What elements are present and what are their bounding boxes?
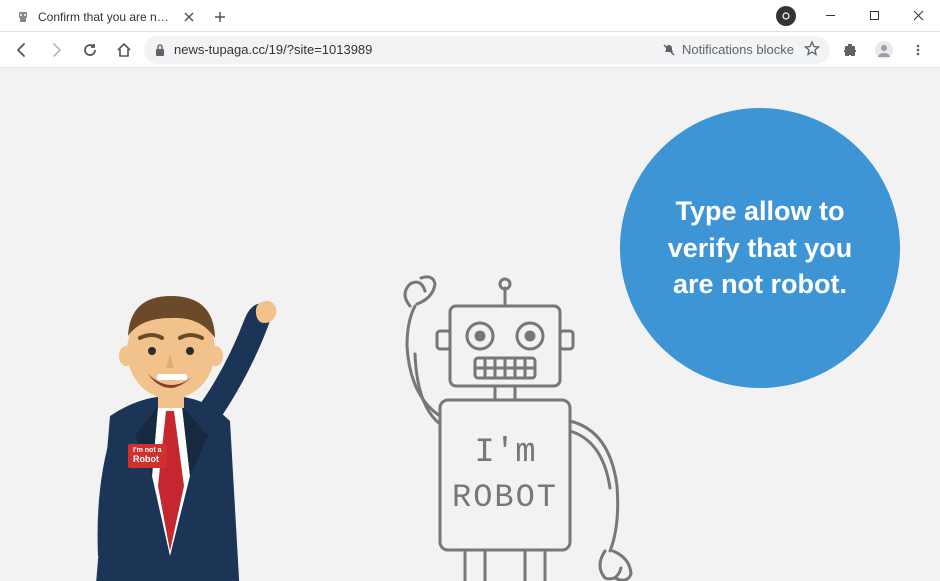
- notifications-blocked-label: Notifications blocke: [682, 42, 794, 57]
- profile-button[interactable]: [870, 36, 898, 64]
- tab-strip: Confirm that you are not a robot: [0, 0, 776, 31]
- address-bar[interactable]: news-tupaga.cc/19/?site=1013989 Notifica…: [144, 36, 830, 64]
- browser-tab-active[interactable]: Confirm that you are not a robot: [6, 3, 206, 31]
- window-titlebar: Confirm that you are not a robot: [0, 0, 940, 32]
- lock-icon: [154, 43, 166, 57]
- back-button[interactable]: [8, 36, 36, 64]
- robot-body-text-line2: ROBOT: [452, 479, 558, 516]
- menu-button[interactable]: [904, 36, 932, 64]
- forward-button[interactable]: [42, 36, 70, 64]
- tab-close-icon[interactable]: [182, 10, 196, 24]
- new-tab-button[interactable]: [206, 3, 234, 31]
- close-window-button[interactable]: [896, 0, 940, 32]
- bell-slash-icon: [662, 43, 676, 57]
- minimize-button[interactable]: [808, 0, 852, 32]
- man-badge: I'm not a Robot: [128, 444, 167, 468]
- account-indicator-icon[interactable]: [776, 6, 796, 26]
- businessman-illustration: I'm not a Robot: [40, 256, 300, 581]
- tab-title: Confirm that you are not a robot: [38, 10, 174, 24]
- maximize-button[interactable]: [852, 0, 896, 32]
- home-button[interactable]: [110, 36, 138, 64]
- instruction-bubble: Type allow to verify that you are not ro…: [620, 108, 900, 388]
- notifications-blocked-chip[interactable]: Notifications blocke: [662, 42, 796, 57]
- robot-illustration: I'm ROBOT: [355, 266, 655, 581]
- man-badge-line2: Robot: [133, 455, 162, 465]
- url-text: news-tupaga.cc/19/?site=1013989: [174, 42, 654, 57]
- robot-body-text-line1: I'm: [474, 434, 535, 472]
- tab-favicon-icon: [16, 10, 30, 24]
- browser-toolbar: news-tupaga.cc/19/?site=1013989 Notifica…: [0, 32, 940, 68]
- reload-button[interactable]: [76, 36, 104, 64]
- star-bookmark-icon[interactable]: [804, 40, 820, 59]
- window-controls: [776, 0, 940, 31]
- page-content: Type allow to verify that you are not ro…: [0, 68, 940, 581]
- instruction-text: Type allow to verify that you are not ro…: [650, 193, 870, 302]
- extensions-button[interactable]: [836, 36, 864, 64]
